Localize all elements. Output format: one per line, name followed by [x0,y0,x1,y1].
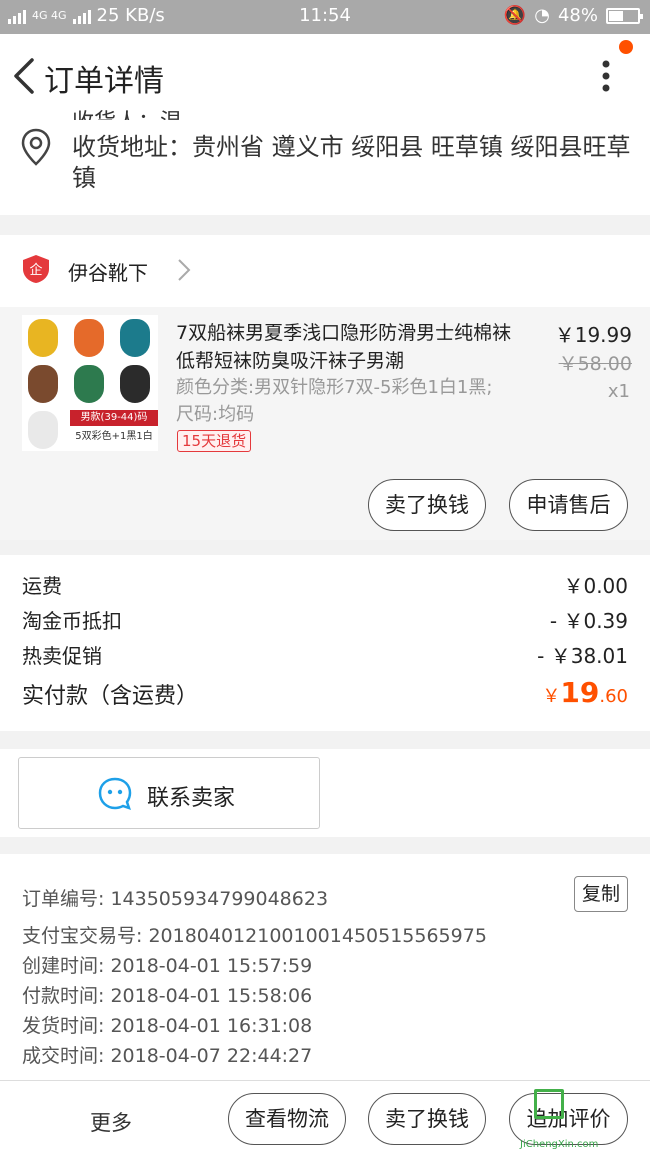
shipped-time: 发货时间: 2018-04-01 16:31:08 [22,1015,313,1037]
fee-coin-label: 淘金币抵扣 [22,609,122,633]
battery-percent: 48% [557,5,598,26]
watermark-logo [534,1089,564,1119]
page-title: 订单详情 [44,64,164,99]
fee-promo-value: - ￥38.01 [537,644,628,668]
chevron-right-icon [178,259,191,281]
chat-bubble-icon [98,777,132,810]
back-button[interactable] [10,56,40,96]
fee-coin-value: - ￥0.39 [549,609,628,633]
shop-header[interactable]: 企 伊谷靴下 [0,235,650,307]
sock-green [74,365,104,403]
sync-icon: ◔ [534,5,550,26]
contact-seller-label: 联系卖家 [147,786,236,811]
address-card[interactable]: 收货人：温... 收货地址：贵州省 遵义市 绥阳县 旺草镇 绥阳县旺草镇 [0,110,650,215]
copy-button[interactable]: 复制 [574,876,628,912]
address-text: 收货地址：贵州省 遵义市 绥阳县 旺草镇 绥阳县旺草镇 [72,133,631,192]
thumb-pack-tag: 5双彩色+1黑1白 [75,431,153,442]
bottom-action-bar: 更多 查看物流 卖了换钱 追加评价 JiChengXin.com [0,1080,650,1155]
contact-seller-button[interactable]: 联系卖家 [18,757,320,829]
shop-name: 伊谷靴下 [68,261,148,285]
watermark-text: JiChengXin.com [520,1139,599,1150]
shop-card: 企 伊谷靴下 男款(39-44)码 5双彩色+1黑1白 7双船袜男夏季浅口隐形防… [0,235,650,540]
status-right: 🔕 ◔ 48% [503,5,643,26]
location-pin-icon [21,128,51,166]
fee-shipping-label: 运费 [22,574,62,598]
sock-yellow [28,319,58,357]
more-button[interactable] [592,56,620,96]
item-original-price: ￥58.00 [558,353,632,375]
created-time: 创建时间: 2018-04-01 15:57:59 [22,955,313,977]
thumb-size-tag: 男款(39-44)码 [70,410,158,426]
order-number: 订单编号: 143505934799048623 [22,888,329,910]
more-vertical-icon [602,60,610,92]
sock-teal [120,319,150,357]
sell-button[interactable]: 卖了换钱 [368,479,486,531]
battery-icon [606,7,643,24]
fee-summary: 运费 ￥0.00 淘金币抵扣 - ￥0.39 热卖促销 - ￥38.01 实付款… [0,555,650,731]
fee-total-label: 实付款（含运费） [22,684,199,709]
product-sku: 颜色分类:男双针隐形7双-5彩色1白1黑;尺码:均码 [176,377,493,425]
item-price: ￥19.99 [554,323,632,347]
total-integer: 19 [560,676,600,709]
paid-time: 付款时间: 2018-04-01 15:58:06 [22,985,313,1007]
fee-total: 实付款（含运费） ￥19.60 [22,676,628,710]
notification-dot [619,40,633,54]
product-thumbnail[interactable]: 男款(39-44)码 5双彩色+1黑1白 [22,315,158,451]
fee-coin: 淘金币抵扣 - ￥0.39 [22,605,628,634]
more-actions[interactable]: 更多 [90,1107,132,1137]
item-quantity: x1 [607,381,630,402]
order-info: 订单编号: 143505934799048623 复制 支付宝交易号: 2018… [0,854,650,1080]
alipay-number: 支付宝交易号: 2018040121001001450515565975 [22,925,487,947]
product-title: 7双船袜男夏季浅口隐形防滑男士纯棉袜低帮短袜防臭吸汗袜子男潮 [176,322,512,372]
sock-brown [28,365,58,403]
total-currency: ￥ [542,686,561,707]
fee-shipping-value: ￥0.00 [563,574,628,598]
sock-black [120,365,150,403]
status-bar: 4G 4G 25 KB/s 11:54 🔕 ◔ 48% [0,0,650,34]
return-policy-badge: 15天退货 [177,430,252,452]
sock-orange [74,319,104,357]
shop-badge-icon: 企 [23,255,49,283]
logistics-button[interactable]: 查看物流 [228,1093,346,1145]
mute-icon: 🔕 [503,5,527,26]
sock-white [28,411,58,449]
bottom-sell-button[interactable]: 卖了换钱 [368,1093,486,1145]
fee-promo-label: 热卖促销 [22,644,102,668]
fee-shipping: 运费 ￥0.00 [22,570,628,599]
total-decimal: .60 [599,686,628,707]
fee-promo: 热卖促销 - ￥38.01 [22,640,628,669]
completed-time: 成交时间: 2018-04-07 22:44:27 [22,1045,313,1067]
receiver-partial: 收货人：温... [72,104,203,120]
svg-text:企: 企 [29,262,42,278]
order-item[interactable]: 男款(39-44)码 5双彩色+1黑1白 7双船袜男夏季浅口隐形防滑男士纯棉袜低… [0,307,650,540]
after-sale-button[interactable]: 申请售后 [509,479,628,531]
add-review-button[interactable]: 追加评价 [509,1093,628,1145]
fee-total-value: ￥19.60 [542,676,628,709]
chevron-left-icon [14,58,34,94]
contact-section: 联系卖家 [0,749,650,837]
